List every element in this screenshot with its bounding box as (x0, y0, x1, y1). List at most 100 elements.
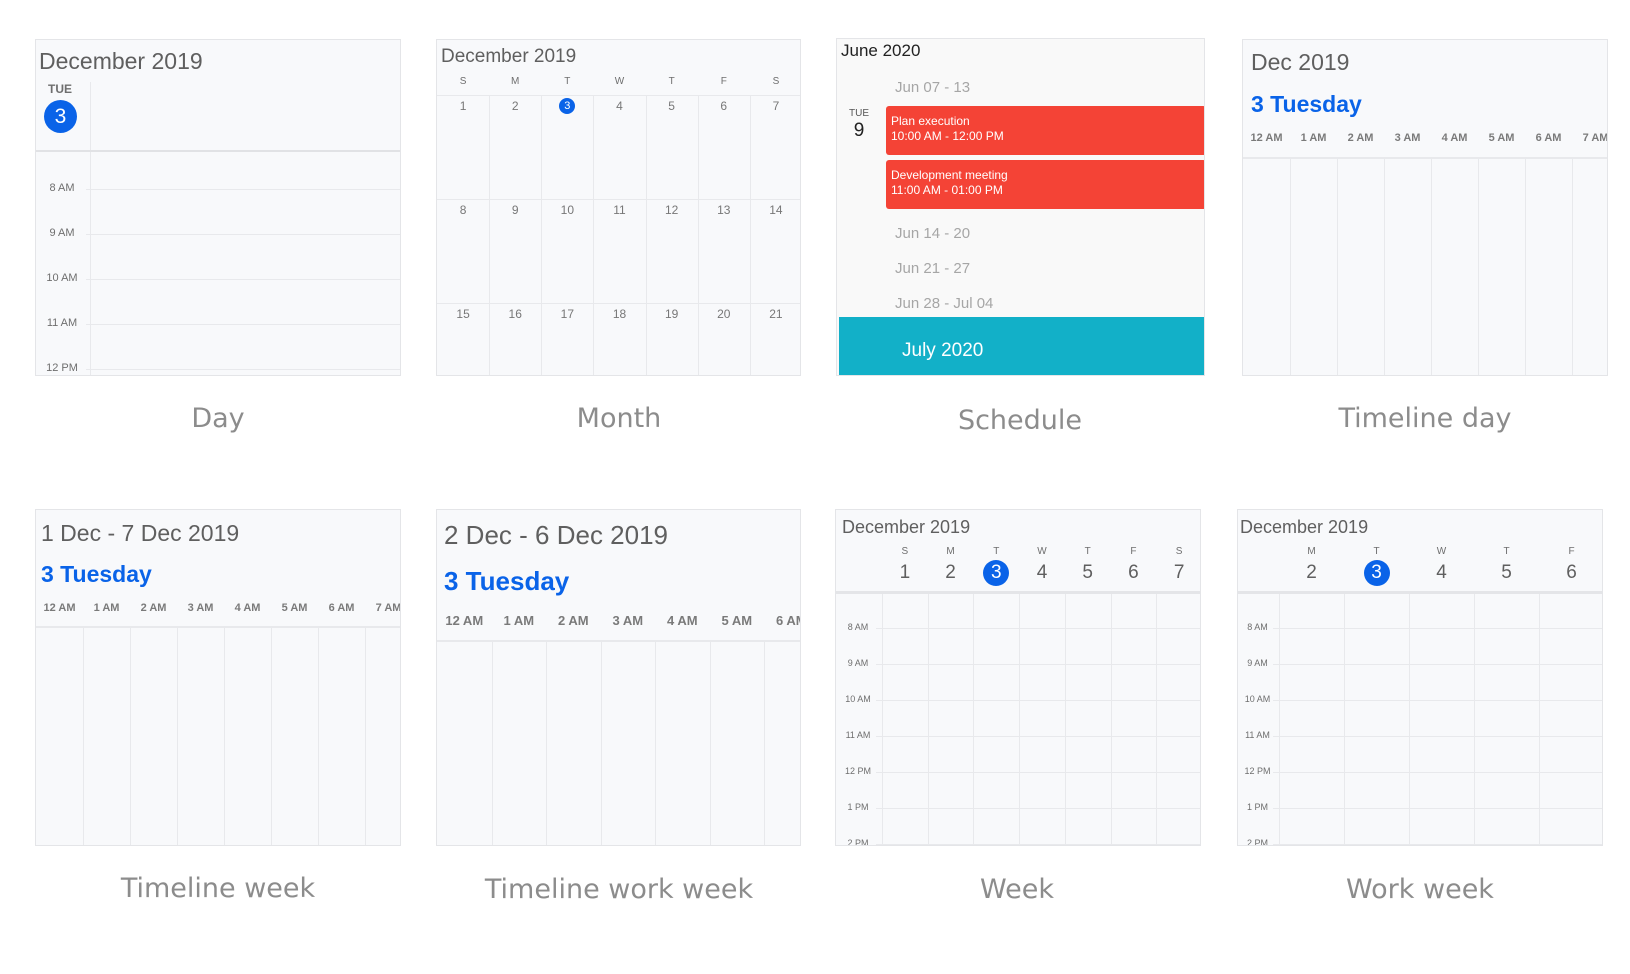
timeline-week-caption[interactable]: Timeline week (28, 873, 408, 904)
timeline-slot[interactable] (437, 640, 492, 845)
weekday-date[interactable]: 5 (1065, 562, 1111, 584)
timeline-slot[interactable] (365, 626, 400, 845)
time-slot-line[interactable] (86, 189, 400, 190)
schedule-view-panel[interactable]: June 2020 Jun 07 - 13 TUE 9 Plan executi… (836, 38, 1205, 376)
time-slot-line[interactable] (876, 664, 1200, 665)
week-view-panel[interactable]: December 2019 S 1 M 2 T 3 W 4 T 5 F 6 S 7 8 AM 9 AM 10 A… (835, 509, 1201, 846)
timeline-slot[interactable] (601, 640, 656, 845)
today-date-circle[interactable]: 3 (1363, 560, 1390, 586)
time-slot-line[interactable] (86, 324, 400, 325)
weekday-date[interactable]: 2 (928, 562, 974, 584)
time-slot-line[interactable] (86, 369, 400, 370)
month-date[interactable]: 4 (593, 99, 645, 113)
timeline-work-week-panel[interactable]: 2 Dec - 6 Dec 2019 3 Tuesday 12 AM 1 AM 2 … (436, 509, 801, 846)
timeline-slot[interactable] (1337, 157, 1384, 375)
time-slot-line[interactable] (876, 808, 1200, 809)
weekday-date[interactable]: 1 (882, 562, 928, 584)
timeline-week-panel[interactable]: 1 Dec - 7 Dec 2019 3 Tuesday 12 AM 1 AM 2 … (35, 509, 401, 846)
timeline-slot[interactable] (83, 626, 130, 845)
time-slot-line[interactable] (1273, 808, 1602, 809)
month-view-caption[interactable]: Month (429, 403, 809, 434)
month-date[interactable]: 11 (593, 203, 645, 217)
timeline-slot[interactable] (271, 626, 318, 845)
day-view-caption[interactable]: Day (28, 403, 408, 434)
timeline-day-caption[interactable]: Timeline day (1235, 403, 1615, 434)
month-view-panel[interactable]: December 2019 S M T W T F S 1 2 3 4 5 6 7 8 9 10 11 12 13 14… (436, 39, 801, 376)
month-date[interactable]: 2 (489, 99, 541, 113)
schedule-week-range[interactable]: Jun 07 - 13 (895, 79, 970, 96)
month-date[interactable]: 20 (698, 307, 750, 321)
timeline-slot[interactable] (710, 640, 765, 845)
time-slot-line[interactable] (1273, 736, 1602, 737)
time-slot-line[interactable] (86, 279, 400, 280)
day-view-panel[interactable]: December 2019 TUE 3 8 AM 9 AM 10 AM 11 AM 12… (35, 39, 401, 376)
timeline-day-panel[interactable]: Dec 2019 3 Tuesday 12 AM 1 AM 2 AM 3 AM 4 AM… (1242, 39, 1608, 376)
schedule-day-date[interactable]: 9 (847, 120, 871, 142)
month-date[interactable]: 1 (437, 99, 489, 113)
timeline-day-title[interactable]: Dec 2019 (1251, 49, 1349, 76)
timeline-day-subtitle[interactable]: 3 Tuesday (1251, 91, 1362, 118)
timeline-slot[interactable] (1243, 157, 1290, 375)
month-date[interactable]: 5 (646, 99, 698, 113)
timeline-slot[interactable] (1384, 157, 1431, 375)
timeline-work-week-subtitle[interactable]: 3 Tuesday (444, 566, 569, 597)
time-slot-line[interactable] (86, 234, 400, 235)
work-week-view-caption[interactable]: Work week (1230, 874, 1610, 905)
weekday-date[interactable]: 4 (1409, 562, 1474, 584)
timeline-work-week-title[interactable]: 2 Dec - 6 Dec 2019 (444, 520, 668, 551)
timeline-slot[interactable] (655, 640, 710, 845)
schedule-event[interactable]: Development meeting 11:00 AM - 01:00 PM (886, 160, 1204, 209)
today-date-circle[interactable]: 3 (983, 560, 1010, 586)
schedule-week-range[interactable]: Jun 21 - 27 (895, 260, 970, 277)
schedule-week-range[interactable]: Jun 28 - Jul 04 (895, 295, 993, 312)
schedule-event[interactable]: Plan execution 10:00 AM - 12:00 PM (886, 106, 1204, 155)
weekday-date[interactable]: 6 (1111, 562, 1157, 584)
schedule-view-caption[interactable]: Schedule (830, 405, 1210, 436)
timeline-slot[interactable] (318, 626, 365, 845)
timeline-week-subtitle[interactable]: 3 Tuesday (41, 561, 152, 588)
timeline-slot[interactable] (1290, 157, 1337, 375)
time-slot-line[interactable] (876, 772, 1200, 773)
weekday-date[interactable]: 7 (1156, 562, 1200, 584)
work-week-view-panel[interactable]: December 2019 M 2 T 3 W 4 T 5 F 6 8 AM 9 AM 10 AM 11 … (1237, 509, 1603, 846)
month-date[interactable]: 16 (489, 307, 541, 321)
time-slot-line[interactable] (876, 844, 1200, 845)
time-slot-line[interactable] (876, 628, 1200, 629)
week-view-caption[interactable]: Week (827, 874, 1207, 905)
time-slot-line[interactable] (1273, 628, 1602, 629)
day-view-today-circle[interactable]: 3 (44, 100, 77, 133)
timeline-slot[interactable] (130, 626, 177, 845)
schedule-view-title[interactable]: June 2020 (841, 41, 920, 61)
weekday-date[interactable]: 4 (1019, 562, 1065, 584)
month-date[interactable]: 10 (541, 203, 593, 217)
month-date[interactable]: 17 (541, 307, 593, 321)
month-view-title[interactable]: December 2019 (441, 46, 576, 68)
time-slot-line[interactable] (1273, 700, 1602, 701)
time-slot-line[interactable] (1273, 772, 1602, 773)
month-date[interactable]: 6 (698, 99, 750, 113)
timeline-slot[interactable] (36, 626, 83, 845)
timeline-slot[interactable] (1431, 157, 1478, 375)
month-date[interactable]: 14 (750, 203, 800, 217)
time-slot-line[interactable] (876, 736, 1200, 737)
timeline-slot[interactable] (1478, 157, 1525, 375)
weekday-date[interactable]: 5 (1474, 562, 1539, 584)
month-date[interactable]: 9 (489, 203, 541, 217)
month-date[interactable]: 19 (646, 307, 698, 321)
timeline-slot[interactable] (764, 640, 800, 845)
week-view-title[interactable]: December 2019 (842, 517, 970, 538)
timeline-slot[interactable] (546, 640, 601, 845)
timeline-week-title[interactable]: 1 Dec - 7 Dec 2019 (41, 520, 239, 547)
weekday-date[interactable]: 2 (1279, 562, 1344, 584)
month-date[interactable]: 15 (437, 307, 489, 321)
timeline-slot[interactable] (1572, 157, 1607, 375)
weekday-date[interactable]: 6 (1539, 562, 1602, 584)
timeline-slot[interactable] (492, 640, 547, 845)
time-slot-line[interactable] (1273, 664, 1602, 665)
month-date[interactable]: 7 (750, 99, 800, 113)
month-date[interactable]: 12 (646, 203, 698, 217)
day-view-title[interactable]: December 2019 (39, 48, 203, 75)
timeline-slot[interactable] (224, 626, 271, 845)
time-slot-line[interactable] (1273, 844, 1602, 845)
schedule-week-range[interactable]: Jun 14 - 20 (895, 225, 970, 242)
